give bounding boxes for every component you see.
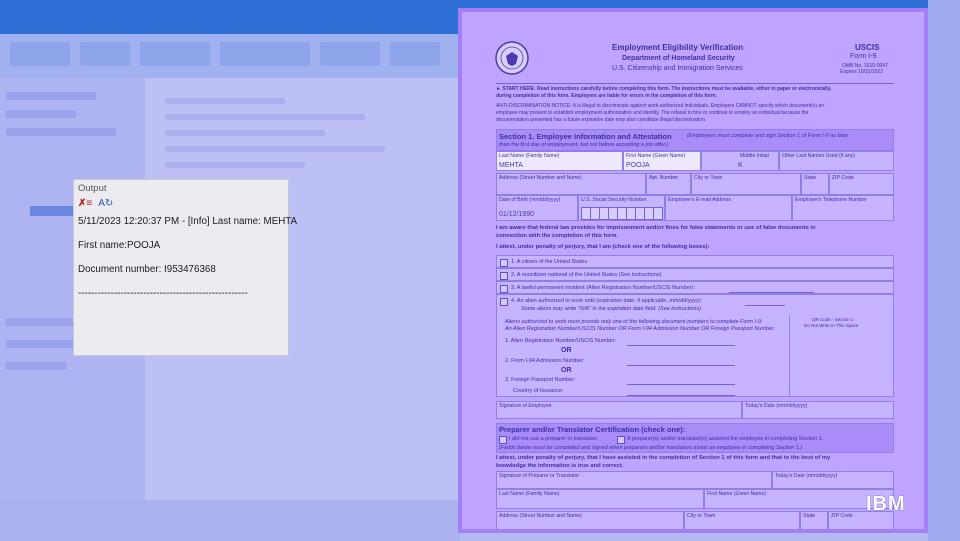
option-noncitizen-checkbox[interactable] (500, 272, 508, 280)
city-field[interactable]: City or Town (691, 173, 801, 195)
preparer-state-field[interactable]: State (800, 511, 828, 529)
preparer-city-field[interactable]: City or Town (684, 511, 800, 529)
phone-field[interactable]: Employee's Telephone Number (792, 195, 894, 221)
background-status-area (0, 500, 460, 541)
output-panel: Output ✗≡ A↻ 5/11/2023 12:20:37 PM - [In… (73, 179, 298, 356)
section1-subtitle-1: (Employees must complete and sign Sectio… (687, 133, 849, 139)
option-alien-row: 4. An alien authorized to work until (ex… (496, 294, 894, 397)
preparer-attest-2: knowledge the information is true and co… (496, 463, 624, 469)
attest-line: I attest, under penalty of perjury, that… (496, 244, 710, 250)
log-separator: ----------------------------------------… (78, 288, 248, 299)
preparer-header: Preparer and/or Translator Certification… (496, 423, 894, 453)
apt-number-field[interactable]: Apt. Number (646, 173, 691, 195)
ssn-field[interactable]: U.S. Social Security Number (578, 195, 665, 221)
section1-title: Section 1. Employee Information and Atte… (499, 132, 672, 141)
preparer-title: Preparer and/or Translator Certification… (499, 425, 686, 434)
ibm-logo: IBM (866, 493, 906, 515)
i9-form-document: Employment Eligibility Verification Depa… (458, 8, 928, 533)
start-here-line-1: ► START HERE: Read instructions carefull… (496, 86, 832, 92)
employee-date-field[interactable]: Today's Date (mm/dd/yyyy) (742, 401, 894, 419)
ssn-boxes (581, 207, 663, 220)
output-log: 5/11/2023 12:20:37 PM - [Info] Last name… (78, 216, 298, 312)
aware-line-1: I am aware that federal law provides for… (496, 225, 816, 231)
form-department: Department of Homeland Security (622, 55, 735, 62)
form-uscis: USCIS (855, 43, 880, 52)
preparer-date-field[interactable]: Today's Date (mm/dd/yyyy) (772, 471, 894, 489)
first-name-value: POOJA (626, 162, 650, 169)
preparer-last-name-field[interactable]: Last Name (Family Name) (496, 489, 704, 509)
option-lpr-row: 3. A lawful permanent resident (Alien Re… (496, 281, 894, 294)
dob-field[interactable]: Date of Birth (mm/dd/yyyy) 01/12/1990 (496, 195, 578, 221)
last-name-field[interactable]: Last Name (Family Name) MEHTA (496, 151, 623, 171)
option-lpr-checkbox[interactable] (500, 285, 508, 293)
clear-output-icon[interactable]: ✗≡ (78, 197, 92, 211)
zip-field[interactable]: ZIP Code (829, 173, 894, 195)
log-line: 5/11/2023 12:20:37 PM - [Info] Last name… (78, 216, 298, 227)
anti-discrimination-3: documentation presented has a future exp… (496, 117, 707, 123)
form-agency: U.S. Citizenship and Immigration Service… (612, 65, 743, 72)
dhs-seal-icon (495, 41, 529, 75)
word-wrap-icon[interactable]: A↻ (98, 197, 113, 211)
output-toolbar: ✗≡ A↻ (78, 197, 113, 211)
address-field[interactable]: Address (Street Number and Name) (496, 173, 646, 195)
preparer-assisted-checkbox[interactable] (617, 436, 625, 444)
form-expires: Expires 10/31/2022 (840, 69, 884, 75)
section1-header: Section 1. Employee Information and Atte… (496, 129, 894, 151)
preparer-attest-1: I attest, under penalty of perjury, that… (496, 455, 831, 461)
section1-subtitle-2: than the first day of employment, but no… (499, 142, 669, 148)
preparer-signature-field[interactable]: Signature of Preparer or Translator (496, 471, 772, 489)
no-preparer-checkbox[interactable] (499, 436, 507, 444)
first-name-field[interactable]: First Name (Given Name) POOJA (623, 151, 701, 171)
aware-line-2: connection with the completion of this f… (496, 233, 619, 239)
option-alien-checkbox[interactable] (500, 298, 508, 306)
other-last-names-field[interactable]: Other Last Names Used (if any) (779, 151, 894, 171)
anti-discrimination-1: ANTI-DISCRIMINATION NOTICE: It is illega… (496, 103, 824, 109)
preparer-address-field[interactable]: Address (Street Number and Name) (496, 511, 684, 529)
form-title: Employment Eligibility Verification (612, 43, 744, 52)
output-panel-title: Output (78, 183, 107, 194)
qr-code-area: QR Code - Section 1 Do Not Write In This… (789, 315, 895, 397)
anti-discrimination-2: employee may present to establish employ… (496, 110, 809, 116)
start-here-line-2: during completion of this form. Employer… (496, 93, 717, 99)
form-number: Form I-9 (850, 53, 877, 60)
email-field[interactable]: Employee's E-mail Address (665, 195, 792, 221)
employee-signature-field[interactable]: Signature of Employee (496, 401, 742, 419)
dob-value: 01/12/1990 (499, 211, 535, 218)
middle-initial-value: K (738, 162, 743, 169)
log-line: First name:POOJA (78, 240, 161, 251)
background-right-panel (928, 0, 960, 541)
last-name-value: MEHTA (499, 162, 523, 169)
option-noncitizen-row: 2. A noncitizen national of the United S… (496, 268, 894, 281)
option-citizen-checkbox[interactable] (500, 259, 508, 267)
state-field[interactable]: State (801, 173, 829, 195)
log-line: Document number: I953476368 (78, 264, 216, 275)
option-citizen-row: 1. A citizen of the United States (496, 255, 894, 268)
middle-initial-field[interactable]: Middle Initial K (701, 151, 779, 171)
